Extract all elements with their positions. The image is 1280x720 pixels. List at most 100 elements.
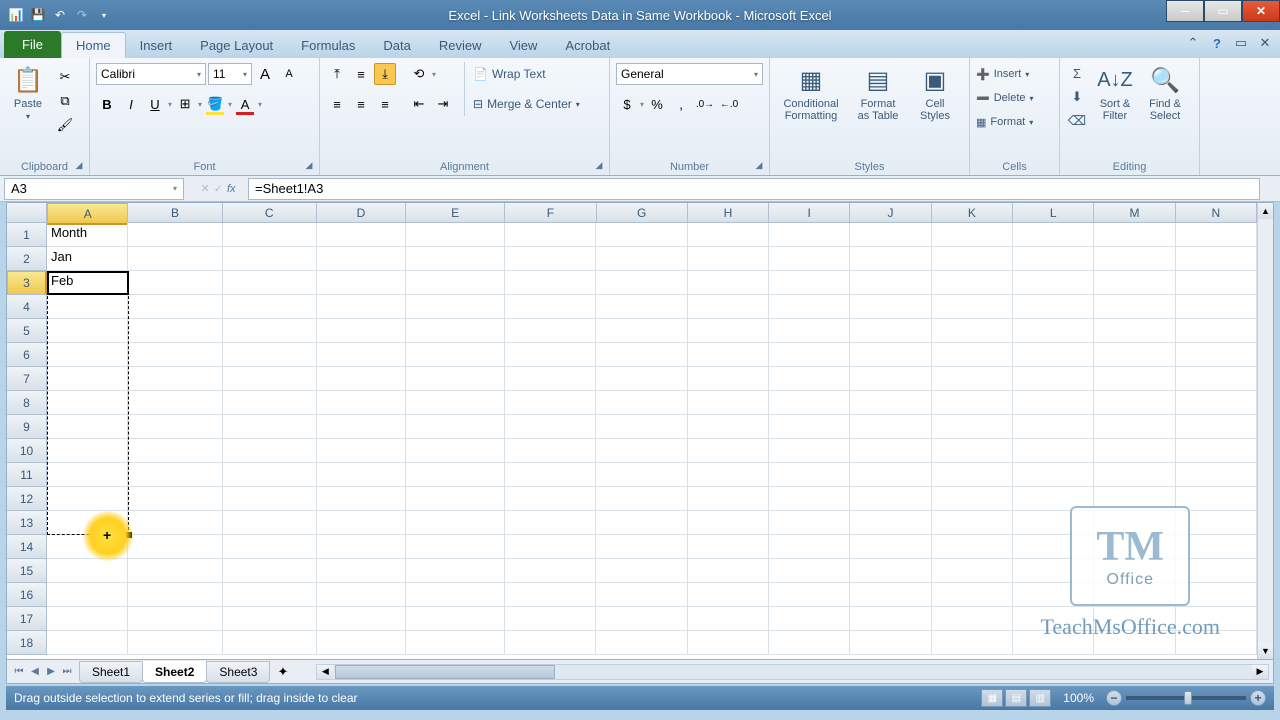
cell-H17[interactable] bbox=[688, 607, 769, 631]
zoom-level[interactable]: 100% bbox=[1063, 691, 1094, 705]
cell-K17[interactable] bbox=[932, 607, 1013, 631]
cell-D16[interactable] bbox=[317, 583, 406, 607]
tab-view[interactable]: View bbox=[495, 33, 551, 58]
alignment-dialog-icon[interactable]: ◢ bbox=[593, 159, 605, 171]
cell-K2[interactable] bbox=[932, 247, 1013, 271]
cell-M4[interactable] bbox=[1094, 295, 1175, 319]
cell-B12[interactable] bbox=[128, 487, 222, 511]
align-top-icon[interactable]: ⤒ bbox=[326, 63, 348, 85]
cell-B8[interactable] bbox=[128, 391, 222, 415]
scroll-thumb[interactable] bbox=[335, 665, 555, 679]
currency-icon[interactable]: $ bbox=[616, 93, 638, 115]
cell-D5[interactable] bbox=[317, 319, 406, 343]
cell-G18[interactable] bbox=[596, 631, 687, 655]
cell-I1[interactable] bbox=[769, 223, 850, 247]
fill-color-icon[interactable]: 🪣 bbox=[204, 93, 226, 115]
cell-J3[interactable] bbox=[850, 271, 931, 295]
cell-F16[interactable] bbox=[505, 583, 596, 607]
new-sheet-icon[interactable]: ✦ bbox=[269, 664, 296, 680]
cell-D9[interactable] bbox=[317, 415, 406, 439]
cell-K1[interactable] bbox=[932, 223, 1013, 247]
decrease-decimal-icon[interactable]: ←.0 bbox=[718, 93, 740, 115]
font-color-icon[interactable]: A bbox=[234, 93, 256, 115]
cell-N15[interactable] bbox=[1176, 559, 1257, 583]
cell-A13[interactable] bbox=[47, 511, 128, 535]
sheet-tab-sheet2[interactable]: Sheet2 bbox=[142, 661, 207, 683]
italic-button[interactable]: I bbox=[120, 93, 142, 115]
cell-N4[interactable] bbox=[1176, 295, 1257, 319]
cell-D17[interactable] bbox=[317, 607, 406, 631]
cell-D4[interactable] bbox=[317, 295, 406, 319]
cell-K10[interactable] bbox=[932, 439, 1013, 463]
cell-J8[interactable] bbox=[850, 391, 931, 415]
cell-G5[interactable] bbox=[596, 319, 687, 343]
close-button[interactable]: ✕ bbox=[1242, 0, 1280, 22]
cell-I14[interactable] bbox=[769, 535, 850, 559]
delete-cells-button[interactable]: ➖Delete▾ bbox=[976, 86, 1053, 110]
cell-H11[interactable] bbox=[688, 463, 769, 487]
cell-E8[interactable] bbox=[406, 391, 505, 415]
scroll-left-icon[interactable]: ◀ bbox=[317, 665, 333, 679]
insert-cells-button[interactable]: ➕Insert▾ bbox=[976, 62, 1053, 86]
cell-E3[interactable] bbox=[406, 271, 505, 295]
cell-L9[interactable] bbox=[1013, 415, 1094, 439]
enter-formula-icon[interactable]: ✓ bbox=[214, 182, 223, 195]
shrink-font-icon[interactable]: A bbox=[278, 63, 300, 85]
cell-A12[interactable] bbox=[47, 487, 128, 511]
cell-B2[interactable] bbox=[128, 247, 222, 271]
maximize-button[interactable]: ▭ bbox=[1204, 0, 1242, 22]
cell-H3[interactable] bbox=[688, 271, 769, 295]
cell-E13[interactable] bbox=[406, 511, 505, 535]
cell-G15[interactable] bbox=[596, 559, 687, 583]
cell-N8[interactable] bbox=[1176, 391, 1257, 415]
cell-L16[interactable] bbox=[1013, 583, 1094, 607]
align-middle-icon[interactable]: ≡ bbox=[350, 63, 372, 85]
cell-E18[interactable] bbox=[406, 631, 505, 655]
cell-G4[interactable] bbox=[596, 295, 687, 319]
col-header-L[interactable]: L bbox=[1013, 203, 1094, 223]
sheet-tab-sheet3[interactable]: Sheet3 bbox=[206, 661, 270, 683]
cell-G17[interactable] bbox=[596, 607, 687, 631]
scroll-up-icon[interactable]: ▲ bbox=[1258, 203, 1273, 219]
grow-font-icon[interactable]: A bbox=[254, 63, 276, 85]
cell-I7[interactable] bbox=[769, 367, 850, 391]
formula-input[interactable]: =Sheet1!A3 bbox=[248, 178, 1260, 200]
row-header-18[interactable]: 18 bbox=[7, 631, 47, 655]
col-header-I[interactable]: I bbox=[769, 203, 850, 223]
cell-I8[interactable] bbox=[769, 391, 850, 415]
col-header-E[interactable]: E bbox=[406, 203, 505, 223]
cell-I16[interactable] bbox=[769, 583, 850, 607]
cell-L18[interactable] bbox=[1013, 631, 1094, 655]
format-cells-button[interactable]: ▦Format▾ bbox=[976, 110, 1053, 134]
cell-G12[interactable] bbox=[596, 487, 687, 511]
cell-F13[interactable] bbox=[505, 511, 596, 535]
cell-A8[interactable] bbox=[47, 391, 128, 415]
cell-E17[interactable] bbox=[406, 607, 505, 631]
cell-H5[interactable] bbox=[688, 319, 769, 343]
cell-F4[interactable] bbox=[505, 295, 596, 319]
cell-K12[interactable] bbox=[932, 487, 1013, 511]
cell-I2[interactable] bbox=[769, 247, 850, 271]
cell-D10[interactable] bbox=[317, 439, 406, 463]
cell-K15[interactable] bbox=[932, 559, 1013, 583]
cell-M11[interactable] bbox=[1094, 463, 1175, 487]
increase-indent-icon[interactable]: ⇥ bbox=[432, 93, 454, 115]
cell-L17[interactable] bbox=[1013, 607, 1094, 631]
cell-K4[interactable] bbox=[932, 295, 1013, 319]
cell-A2[interactable]: Jan bbox=[47, 247, 128, 271]
cell-E10[interactable] bbox=[406, 439, 505, 463]
cell-K3[interactable] bbox=[932, 271, 1013, 295]
cell-J7[interactable] bbox=[850, 367, 931, 391]
cell-L8[interactable] bbox=[1013, 391, 1094, 415]
cell-C15[interactable] bbox=[223, 559, 317, 583]
cell-F7[interactable] bbox=[505, 367, 596, 391]
cell-J4[interactable] bbox=[850, 295, 931, 319]
cell-N17[interactable] bbox=[1176, 607, 1257, 631]
col-header-J[interactable]: J bbox=[850, 203, 931, 223]
col-header-C[interactable]: C bbox=[223, 203, 317, 223]
cell-C14[interactable] bbox=[223, 535, 317, 559]
cell-D15[interactable] bbox=[317, 559, 406, 583]
cell-N10[interactable] bbox=[1176, 439, 1257, 463]
cell-B9[interactable] bbox=[128, 415, 222, 439]
cell-M10[interactable] bbox=[1094, 439, 1175, 463]
